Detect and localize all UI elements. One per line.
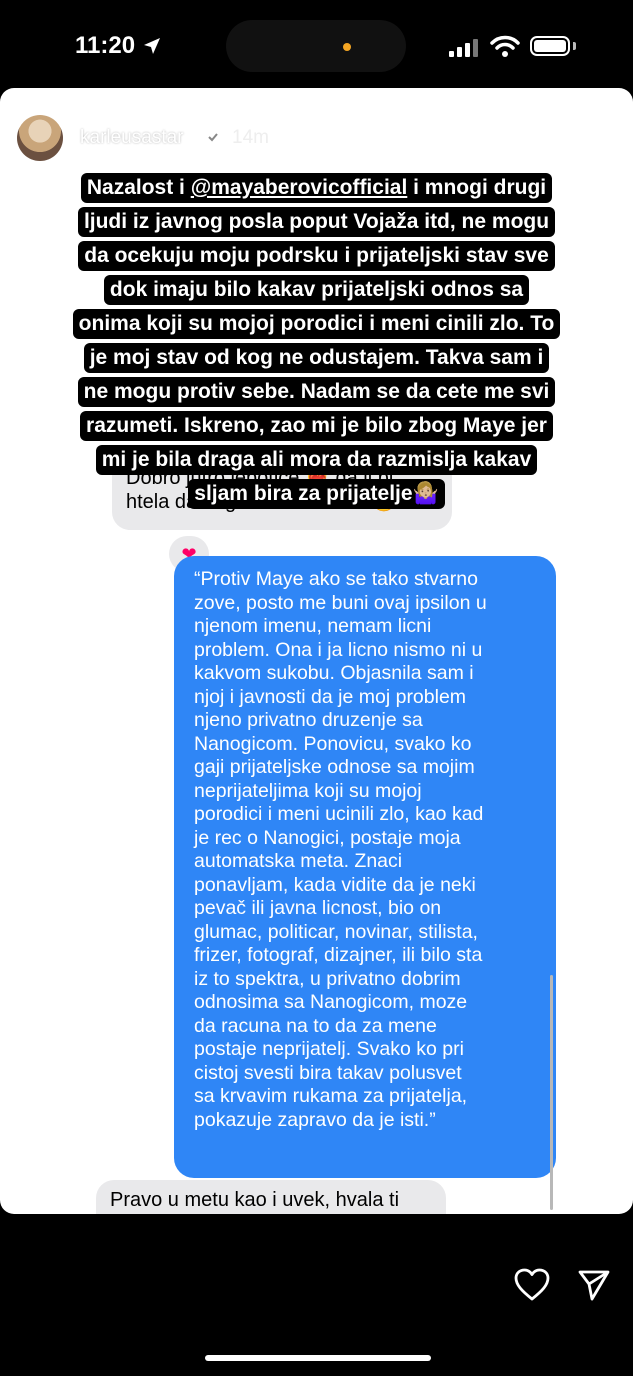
story-username[interactable]: karleusastar [80, 127, 184, 149]
caption-line-2: ljudi iz javnog posla poput Vojaža itd, … [0, 207, 633, 237]
battery-icon [530, 36, 570, 56]
reply-line: “Protiv Maye ako se tako stvarno [194, 568, 478, 590]
caption-line-2-text: ljudi iz javnog posla poput Vojaža itd, … [77, 207, 556, 237]
reply-line: cistoj svesti bira takav polusvet [194, 1061, 462, 1084]
reply-line: odnosima sa Nanogicom, moze [194, 991, 468, 1013]
caption-line-7-text: ne mogu protiv sebe. Nadam se da cete me… [77, 377, 556, 407]
reply-line: njeno privatno druzenje sa [194, 709, 423, 731]
more-icon[interactable]: ••• [533, 126, 562, 152]
reply-line: je rec o Nanogici, postaje moja [194, 826, 461, 849]
reply-line: pevač ili javna licnost, bio on [194, 897, 442, 919]
privacy-indicator [343, 43, 351, 51]
reply-line: iz to spektra, u privatno dobrim [194, 967, 461, 990]
reply-line: njenom imenu, nemam licni [194, 615, 432, 637]
reply-line: frizer, fotograf, dizajner, ili bilo sta [194, 944, 483, 966]
reply-line: problem. Ona i ja licno nismo ni u [194, 638, 483, 661]
caption-line-7: ne mogu protiv sebe. Nadam se da cete me… [0, 377, 633, 407]
wifi-icon [490, 35, 520, 57]
caption-line-3-text: da ocekuju moju podrsku i prijateljski s… [78, 241, 555, 271]
story-progress-bar [10, 96, 623, 99]
send-icon[interactable] [577, 1268, 611, 1302]
heart-icon[interactable] [514, 1268, 550, 1302]
status-bar: 11:20 [0, 0, 633, 90]
last-message-line: Pravo u metu kao i uvek, hvala ti [110, 1189, 400, 1211]
reply-line: Nanogicom. Ponovicu, svako ko [194, 732, 472, 755]
caption-line-6: je moj stav od kog ne odustajem. Takva s… [0, 343, 633, 373]
reply-line: njoj i javnosti da je moj problem [194, 685, 467, 708]
story-time-ago: 14m [232, 127, 269, 148]
caption-line-3: da ocekuju moju podrsku i prijateljski s… [0, 241, 633, 271]
home-indicator [205, 1355, 431, 1361]
caption-line-5-text: onima koji su mojoj porodici i meni cini… [72, 309, 561, 339]
caption-line-4: dok imaju bilo kakav prijateljski odnos … [0, 275, 633, 305]
location-arrow-icon [144, 38, 160, 54]
caption-line-1-text: Nazalost i @mayaberovicofficial i mnogi … [80, 173, 553, 203]
avatar[interactable] [17, 115, 63, 161]
caption-line-1: Nazalost i @mayaberovicofficial i mnogi … [0, 173, 633, 203]
dynamic-island [226, 20, 406, 72]
reply-message-text: “Protiv Maye ako se tako stvarno zove, po… [194, 568, 544, 1132]
reply-line: zove, posto me buni ovaj ipsilon u [194, 591, 487, 614]
reply-line: gaji prijateljske odnose sa mojim [194, 756, 475, 778]
caption-line-6-text: je moj stav od kog ne odustajem. Takva s… [83, 343, 550, 373]
reply-line: pokazuje zapravo da je isti.” [194, 1108, 436, 1131]
caption-line-9-text: mi je bila draga ali mora da razmislja k… [95, 445, 538, 475]
verified-icon [205, 129, 221, 145]
story-view[interactable]: karleusastar 14m ••• Dobro jutro lepotic… [0, 88, 633, 1214]
reply-line: da racuna na to da za mene [194, 1014, 437, 1037]
mention-link[interactable]: @mayaberovicofficial [191, 176, 408, 199]
caption-line-8-text: razumeti. Iskreno, zao mi je bilo zbog M… [80, 411, 553, 441]
reply-line: automatska meta. Znaci [194, 850, 403, 872]
last-message-bubble: Pravo u metu kao i uvek, hvala ti [96, 1180, 446, 1214]
reply-line: ponavljam, kada vidite da je neki [194, 873, 476, 896]
signal-icon [449, 39, 478, 57]
reply-line: sa krvavim rukama za prijatelja, [194, 1085, 468, 1107]
caption-line-9: mi je bila draga ali mora da razmislja k… [0, 445, 633, 475]
close-icon[interactable] [588, 121, 620, 153]
caption-line-4-text: dok imaju bilo kakav prijateljski odnos … [103, 275, 530, 305]
reply-message-bubble: “Protiv Maye ako se tako stvarno zove, po… [174, 556, 556, 1178]
scrollbar [550, 975, 553, 1210]
reply-line: porodici i meni ucinili zlo, kao kad [194, 803, 484, 825]
caption-line-5: onima koji su mojoj porodici i meni cini… [0, 309, 633, 339]
reply-line: neprijateljima koji su mojoj [194, 779, 422, 802]
reply-line: postaje neprijatelj. Svako ko pri [194, 1038, 464, 1060]
caption-line-10-text: sljam bira za prijatelje🤷🏼‍♀️ [188, 479, 445, 509]
battery-tip [573, 42, 576, 50]
caption-line-10: sljam bira za prijatelje🤷🏼‍♀️ [0, 479, 633, 509]
reply-line: glumac, politicar, novinar, stilista, [194, 920, 478, 943]
reply-line: kakvom sukobu. Objasnila sam i [194, 662, 474, 684]
caption-line-8: razumeti. Iskreno, zao mi je bilo zbog M… [0, 411, 633, 441]
clock: 11:20 [75, 32, 136, 59]
